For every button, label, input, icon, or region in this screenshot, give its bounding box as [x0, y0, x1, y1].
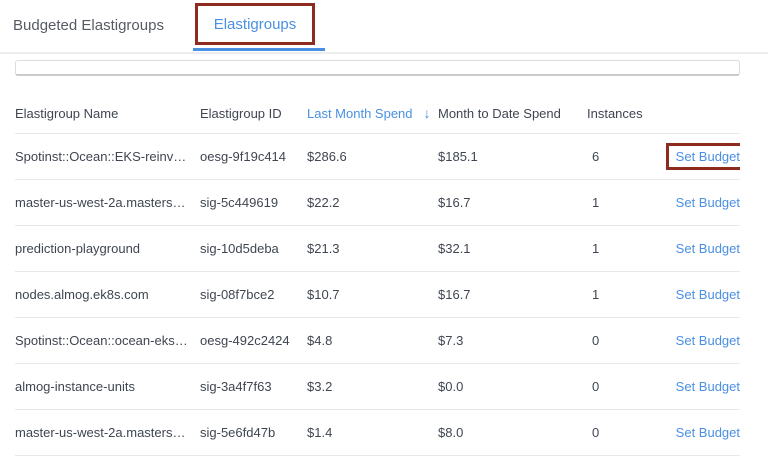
cell-action: Set Budget: [676, 333, 740, 348]
cell-last-month-spend: $10.7: [307, 287, 438, 302]
cell-elastigroup-id: oesg-492c2424: [200, 333, 307, 348]
filter-input[interactable]: [15, 60, 740, 76]
set-budget-link[interactable]: Set Budget: [676, 379, 740, 394]
cell-month-to-date-spend: $0.0: [438, 379, 587, 394]
cell-last-month-spend: $3.2: [307, 379, 438, 394]
cell-month-to-date-spend: $16.7: [438, 195, 587, 210]
table-body: Spotinst::Ocean::EKS-reinv… oesg-9f19c41…: [15, 134, 740, 456]
cell-action: Set Budget: [676, 241, 740, 256]
cell-action: Set Budget: [676, 195, 740, 210]
cell-instances: 0: [587, 379, 660, 394]
table-row: Spotinst::Ocean::ocean-eks… oesg-492c242…: [15, 318, 740, 364]
cell-elastigroup-name: nodes.almog.ek8s.com: [15, 287, 200, 302]
cell-elastigroup-name: master-us-west-2a.masters…: [15, 195, 200, 210]
cell-last-month-spend: $21.3: [307, 241, 438, 256]
table-row: almog-instance-units sig-3a4f7f63 $3.2 $…: [15, 364, 740, 410]
col-header-elastigroup-id[interactable]: Elastigroup ID: [200, 106, 307, 121]
cell-action: Set Budget: [676, 425, 740, 440]
cell-elastigroup-id: sig-3a4f7f63: [200, 379, 307, 394]
cell-instances: 1: [587, 287, 660, 302]
cell-elastigroup-id: sig-5c449619: [200, 195, 307, 210]
cell-elastigroup-id: sig-10d5deba: [200, 241, 307, 256]
cell-elastigroup-id: sig-08f7bce2: [200, 287, 307, 302]
col-header-last-month-spend-label: Last Month Spend: [307, 106, 413, 121]
col-header-month-to-date-spend[interactable]: Month to Date Spend: [438, 106, 587, 121]
cell-last-month-spend: $22.2: [307, 195, 438, 210]
cell-elastigroup-name: almog-instance-units: [15, 379, 200, 394]
cell-month-to-date-spend: $185.1: [438, 149, 587, 164]
cell-instances: 1: [587, 241, 660, 256]
annotation-box-elastigroups-tab: Elastigroups: [195, 3, 315, 45]
col-header-last-month-spend[interactable]: Last Month Spend ↓: [307, 106, 438, 121]
table-row: master-us-west-2a.masters… sig-5e6fd47b …: [15, 410, 740, 456]
cell-action: Set Budget: [666, 143, 740, 170]
cell-elastigroup-id: oesg-9f19c414: [200, 149, 307, 164]
cell-instances: 6: [587, 149, 660, 164]
tab-budgeted-elastigroups[interactable]: Budgeted Elastigroups: [13, 0, 164, 52]
set-budget-link[interactable]: Set Budget: [676, 241, 740, 256]
table-row: prediction-playground sig-10d5deba $21.3…: [15, 226, 740, 272]
set-budget-link[interactable]: Set Budget: [676, 425, 740, 440]
col-header-elastigroup-name[interactable]: Elastigroup Name: [15, 106, 200, 121]
cell-instances: 0: [587, 425, 660, 440]
table-row: Spotinst::Ocean::EKS-reinv… oesg-9f19c41…: [15, 134, 740, 180]
cell-last-month-spend: $1.4: [307, 425, 438, 440]
table-row: nodes.almog.ek8s.com sig-08f7bce2 $10.7 …: [15, 272, 740, 318]
cell-month-to-date-spend: $8.0: [438, 425, 587, 440]
cell-action: Set Budget: [676, 287, 740, 302]
tab-elastigroups[interactable]: Elastigroups: [214, 16, 297, 33]
cell-elastigroup-name: Spotinst::Ocean::EKS-reinv…: [15, 149, 200, 164]
cell-month-to-date-spend: $7.3: [438, 333, 587, 348]
cell-instances: 0: [587, 333, 660, 348]
cell-elastigroup-name: master-us-west-2a.masters…: [15, 425, 200, 440]
col-header-instances[interactable]: Instances: [587, 106, 660, 121]
cell-month-to-date-spend: $16.7: [438, 287, 587, 302]
table-row: master-us-west-2a.masters… sig-5c449619 …: [15, 180, 740, 226]
set-budget-link[interactable]: Set Budget: [676, 195, 740, 210]
table-header-row: Elastigroup Name Elastigroup ID Last Mon…: [15, 93, 740, 134]
cell-last-month-spend: $4.8: [307, 333, 438, 348]
cell-elastigroup-name: prediction-playground: [15, 241, 200, 256]
cell-month-to-date-spend: $32.1: [438, 241, 587, 256]
cell-elastigroup-name: Spotinst::Ocean::ocean-eks…: [15, 333, 200, 348]
set-budget-link[interactable]: Set Budget: [676, 287, 740, 302]
cell-elastigroup-id: sig-5e6fd47b: [200, 425, 307, 440]
elastigroups-table: Elastigroup Name Elastigroup ID Last Mon…: [15, 93, 740, 456]
cell-action: Set Budget: [676, 379, 740, 394]
active-tab-indicator: [193, 48, 325, 51]
set-budget-link[interactable]: Set Budget: [676, 333, 740, 348]
tab-bar: Budgeted Elastigroups Elastigroups: [0, 0, 768, 54]
set-budget-link[interactable]: Set Budget: [666, 143, 740, 170]
cell-last-month-spend: $286.6: [307, 149, 438, 164]
sort-desc-icon: ↓: [424, 106, 431, 120]
cell-instances: 1: [587, 195, 660, 210]
